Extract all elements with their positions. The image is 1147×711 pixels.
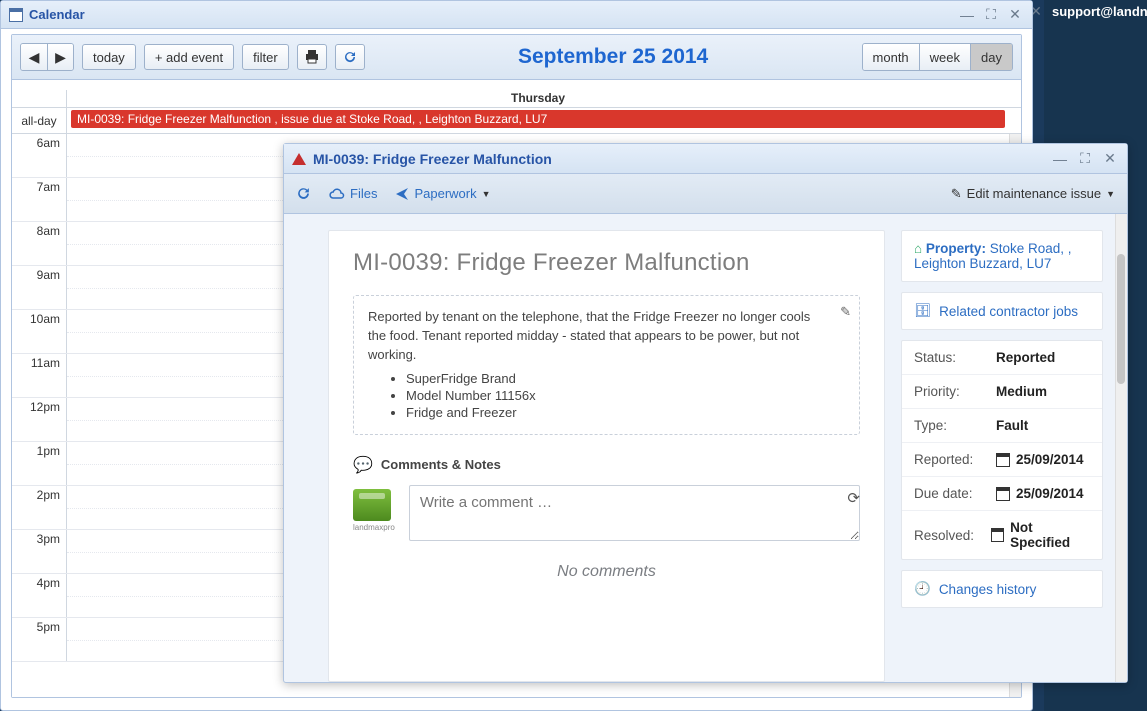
calendar-icon	[9, 8, 23, 22]
briefcase-icon: 🗄	[914, 303, 931, 319]
due-value: 25/09/2014	[996, 486, 1084, 501]
current-date-label: September 25 2014	[373, 45, 854, 69]
hour-label: 3pm	[12, 530, 67, 573]
hour-label: 4pm	[12, 574, 67, 617]
comments-header: 💬 Comments & Notes	[353, 455, 860, 475]
hour-label: 7am	[12, 178, 67, 221]
type-value: Fault	[996, 418, 1028, 433]
view-switch: month week day	[862, 43, 1013, 71]
calendar-toolbar: ◀ ▶ today + add event filter September 2…	[12, 35, 1021, 80]
property-card[interactable]: ⌂ Property: Stoke Road, , Leighton Buzza…	[901, 230, 1103, 282]
allday-label: all-day	[12, 108, 67, 133]
minimize-button[interactable]: —	[958, 6, 976, 24]
hour-label: 9am	[12, 266, 67, 309]
nav-group: ◀ ▶	[20, 43, 74, 71]
issue-side-panel: ⌂ Property: Stoke Road, , Leighton Buzza…	[901, 230, 1103, 682]
hour-label: 5pm	[12, 618, 67, 661]
hour-label: 1pm	[12, 442, 67, 485]
changes-history-link[interactable]: 🕘 Changes history	[901, 570, 1103, 608]
dialog-titlebar[interactable]: MI-0039: Fridge Freezer Malfunction — ⛶ …	[284, 144, 1127, 174]
allday-event[interactable]: MI-0039: Fridge Freezer Malfunction , is…	[71, 110, 1005, 128]
issue-meta-table: Status:Reported Priority:Medium Type:Fau…	[901, 340, 1103, 560]
hour-label: 6am	[12, 134, 67, 177]
maximize-button[interactable]: ⛶	[982, 6, 1000, 24]
add-event-button[interactable]: + add event	[144, 44, 234, 70]
resolved-value: Not Specified	[991, 520, 1090, 550]
bullet-item: Model Number 11156x	[406, 388, 827, 403]
edit-description-icon[interactable]: ✎	[840, 304, 851, 320]
calendar-small-icon	[991, 528, 1004, 542]
send-icon	[395, 187, 409, 201]
filter-button[interactable]: filter	[242, 44, 289, 70]
calendar-titlebar[interactable]: Calendar — ⛶ ✕	[1, 1, 1032, 29]
dialog-close[interactable]: ✕	[1101, 150, 1119, 168]
support-email: support@landn	[1044, 0, 1147, 19]
next-button[interactable]: ▶	[47, 44, 73, 70]
hour-label: 2pm	[12, 486, 67, 529]
avatar-label: landmaxpro	[353, 523, 395, 532]
bullet-item: Fridge and Freezer	[406, 405, 827, 420]
today-button[interactable]: today	[82, 44, 136, 70]
files-button[interactable]: Files	[329, 186, 377, 201]
dialog-maximize[interactable]: ⛶	[1076, 150, 1094, 168]
allday-row: all-day MI-0039: Fridge Freezer Malfunct…	[12, 108, 1021, 134]
comment-input[interactable]	[409, 485, 860, 541]
view-month[interactable]: month	[863, 44, 919, 70]
issue-description-text: Reported by tenant on the telephone, tha…	[368, 308, 827, 365]
dialog-scrollbar[interactable]	[1115, 214, 1127, 682]
hour-label: 10am	[12, 310, 67, 353]
house-icon: ⌂	[914, 241, 922, 256]
calendar-window-title: Calendar	[29, 7, 85, 22]
dialog-title: MI-0039: Fridge Freezer Malfunction	[313, 151, 552, 167]
related-jobs-link[interactable]: 🗄 Related contractor jobs	[901, 292, 1103, 330]
reported-value: 25/09/2014	[996, 452, 1084, 467]
alert-icon	[292, 153, 306, 165]
comment-compose-row: landmaxpro ⟳	[353, 485, 860, 541]
print-button[interactable]	[297, 44, 327, 70]
avatar	[353, 489, 391, 521]
hour-label: 8am	[12, 222, 67, 265]
dialog-minimize[interactable]: —	[1051, 150, 1069, 168]
paperwork-dropdown[interactable]: Paperwork ▼	[395, 186, 490, 201]
close-button[interactable]: ✕	[1006, 6, 1024, 24]
issue-dialog: MI-0039: Fridge Freezer Malfunction — ⛶ …	[283, 143, 1128, 683]
caret-down-icon: ▼	[482, 189, 491, 199]
refresh-button[interactable]	[335, 44, 365, 70]
cloud-icon	[329, 188, 345, 200]
dialog-toolbar: Files Paperwork ▼ ✎ Edit maintenance iss…	[284, 174, 1127, 214]
issue-heading: MI-0039: Fridge Freezer Malfunction	[353, 249, 860, 277]
no-comments-label: No comments	[353, 563, 860, 581]
caret-down-icon: ▼	[1106, 189, 1115, 199]
view-week[interactable]: week	[919, 44, 970, 70]
prev-button[interactable]: ◀	[21, 44, 47, 70]
edit-issue-dropdown[interactable]: ✎ Edit maintenance issue ▼	[951, 186, 1115, 202]
day-name: Thursday	[67, 90, 1009, 107]
status-value: Reported	[996, 350, 1055, 365]
issue-bullets: SuperFridge Brand Model Number 11156x Frid…	[368, 371, 827, 420]
issue-main-panel: MI-0039: Fridge Freezer Malfunction ✎ Re…	[328, 230, 885, 682]
priority-value: Medium	[996, 384, 1047, 399]
comments-refresh-icon[interactable]: ⟳	[847, 489, 860, 507]
day-header-row: Thursday	[12, 90, 1021, 108]
comment-icon: 💬	[353, 455, 373, 475]
view-day[interactable]: day	[970, 44, 1012, 70]
dialog-refresh-button[interactable]	[296, 186, 311, 201]
hour-label: 11am	[12, 354, 67, 397]
pencil-icon: ✎	[951, 186, 962, 202]
issue-description-box[interactable]: ✎ Reported by tenant on the telephone, t…	[353, 295, 860, 435]
calendar-small-icon	[996, 487, 1010, 501]
calendar-small-icon	[996, 453, 1010, 467]
clock-icon: 🕘	[914, 581, 931, 597]
hour-label: 12pm	[12, 398, 67, 441]
bullet-item: SuperFridge Brand	[406, 371, 827, 386]
